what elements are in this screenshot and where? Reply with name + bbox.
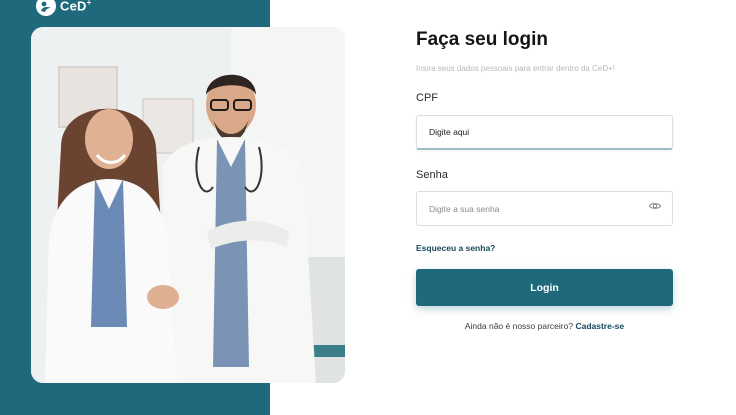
signup-link[interactable]: Cadastre-se — [575, 321, 624, 331]
brand-logo[interactable]: CeD+ — [36, 0, 91, 18]
doctors-photo — [31, 27, 345, 383]
password-input[interactable] — [427, 202, 648, 215]
cpf-input[interactable] — [427, 126, 662, 138]
cpf-label: CPF — [416, 92, 438, 104]
eye-icon[interactable] — [648, 199, 662, 218]
signup-prompt: Ainda não é nosso parceiro? Cadastre-se — [416, 321, 673, 331]
brand-logo-icon — [36, 0, 56, 16]
signup-prompt-text: Ainda não é nosso parceiro? — [464, 321, 574, 331]
page-title: Faça seu login — [416, 29, 548, 50]
cpf-field[interactable] — [416, 115, 673, 150]
password-label: Senha — [416, 169, 448, 181]
password-field[interactable] — [416, 191, 673, 226]
forgot-password-link[interactable]: Esqueceu a senha? — [416, 243, 495, 253]
page-subtitle: Insira seus dados pessoais para entrar d… — [416, 64, 616, 73]
brand-name: CeD+ — [60, 0, 92, 14]
login-button[interactable]: Login — [416, 269, 673, 306]
